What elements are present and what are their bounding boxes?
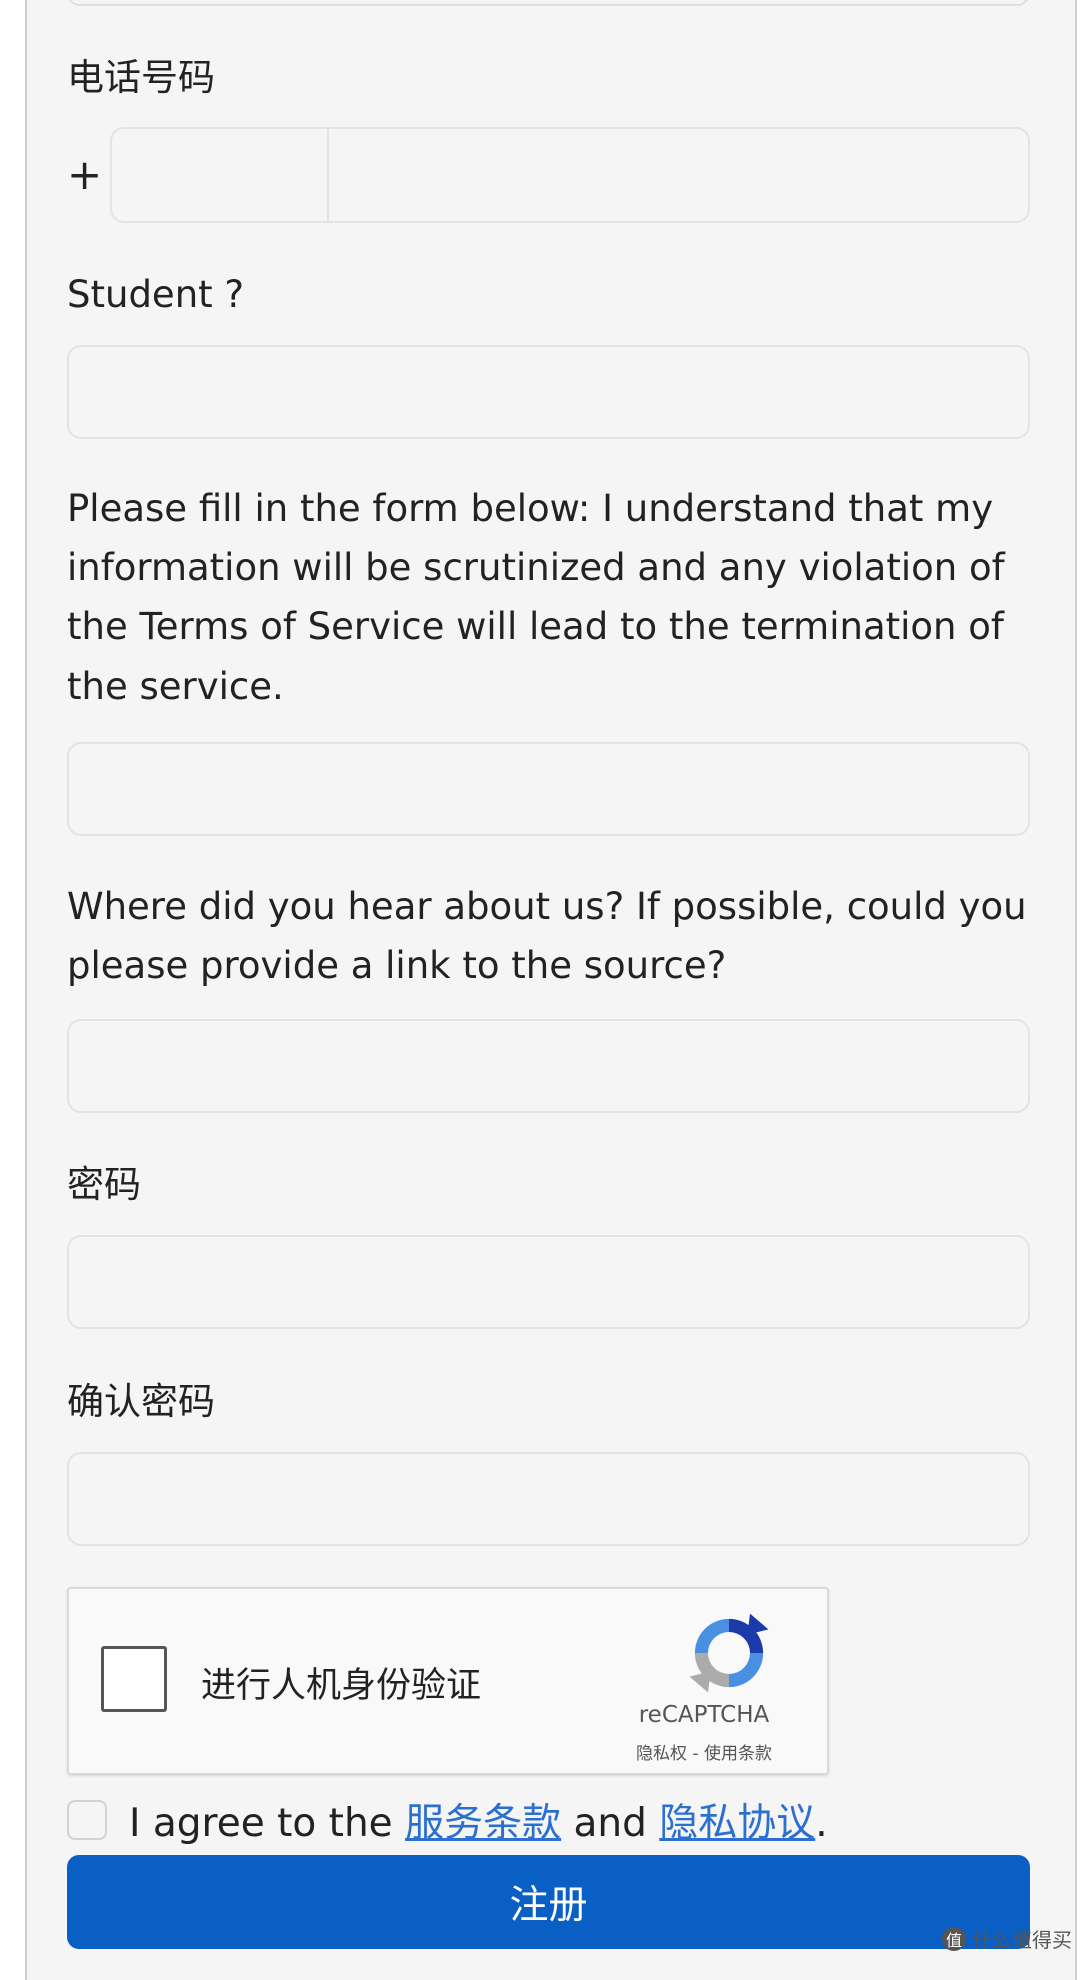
student-label: Student ? bbox=[67, 273, 245, 316]
agree-checkbox[interactable] bbox=[67, 1800, 107, 1840]
watermark-text: 什么值得买 bbox=[972, 1928, 1072, 1952]
recaptcha-privacy-link[interactable]: 隐私权 bbox=[636, 1744, 687, 1764]
source-label: Where did you hear about us? If possible… bbox=[67, 885, 1027, 988]
privacy-policy-link[interactable]: 隐私协议 bbox=[659, 1801, 815, 1846]
phone-country-code-input[interactable] bbox=[112, 129, 329, 221]
recaptcha-terms-link[interactable]: 使用条款 bbox=[704, 1744, 772, 1764]
password-label: 密码 bbox=[67, 1163, 141, 1206]
phone-label: 电话号码 bbox=[67, 56, 215, 99]
phone-plus: + bbox=[67, 150, 103, 199]
recaptcha-checkbox[interactable] bbox=[101, 1646, 167, 1712]
student-input[interactable] bbox=[67, 345, 1030, 439]
recaptcha-icon bbox=[689, 1613, 769, 1693]
recaptcha-label: 进行人机身份验证 bbox=[201, 1666, 482, 1706]
confirm-password-input[interactable] bbox=[67, 1452, 1030, 1546]
watermark: 值 什么值得买 bbox=[942, 1924, 1072, 1953]
agree-row: I agree to the 服务条款 and 隐私协议. bbox=[67, 1790, 828, 1850]
watermark-icon: 值 bbox=[942, 1926, 966, 1951]
confirm-password-label: 确认密码 bbox=[67, 1380, 215, 1423]
agree-text: I agree to the 服务条款 and 隐私协议. bbox=[129, 1792, 828, 1848]
register-button[interactable]: 注册 bbox=[67, 1855, 1030, 1949]
previous-field[interactable] bbox=[67, 0, 1030, 6]
recaptcha-brand: reCAPTCHA bbox=[638, 1702, 770, 1728]
scrutiny-input[interactable] bbox=[67, 742, 1030, 836]
recaptcha-links: 隐私权 - 使用条款 bbox=[599, 1739, 809, 1764]
source-input[interactable] bbox=[67, 1019, 1030, 1113]
agree-suffix: . bbox=[815, 1801, 828, 1846]
agree-middle: and bbox=[561, 1801, 660, 1846]
recaptcha-widget: 进行人机身份验证 reCAPTCHA 隐私权 - 使用条款 bbox=[67, 1587, 829, 1775]
agree-prefix: I agree to the bbox=[129, 1801, 406, 1846]
password-input[interactable] bbox=[67, 1235, 1030, 1329]
terms-of-service-link[interactable]: 服务条款 bbox=[405, 1801, 561, 1846]
phone-field bbox=[110, 127, 1030, 223]
phone-number-input[interactable] bbox=[329, 129, 1028, 221]
scrutiny-label: Please fill in the form below: I underst… bbox=[67, 487, 1005, 708]
recaptcha-link-separator: - bbox=[687, 1744, 704, 1764]
